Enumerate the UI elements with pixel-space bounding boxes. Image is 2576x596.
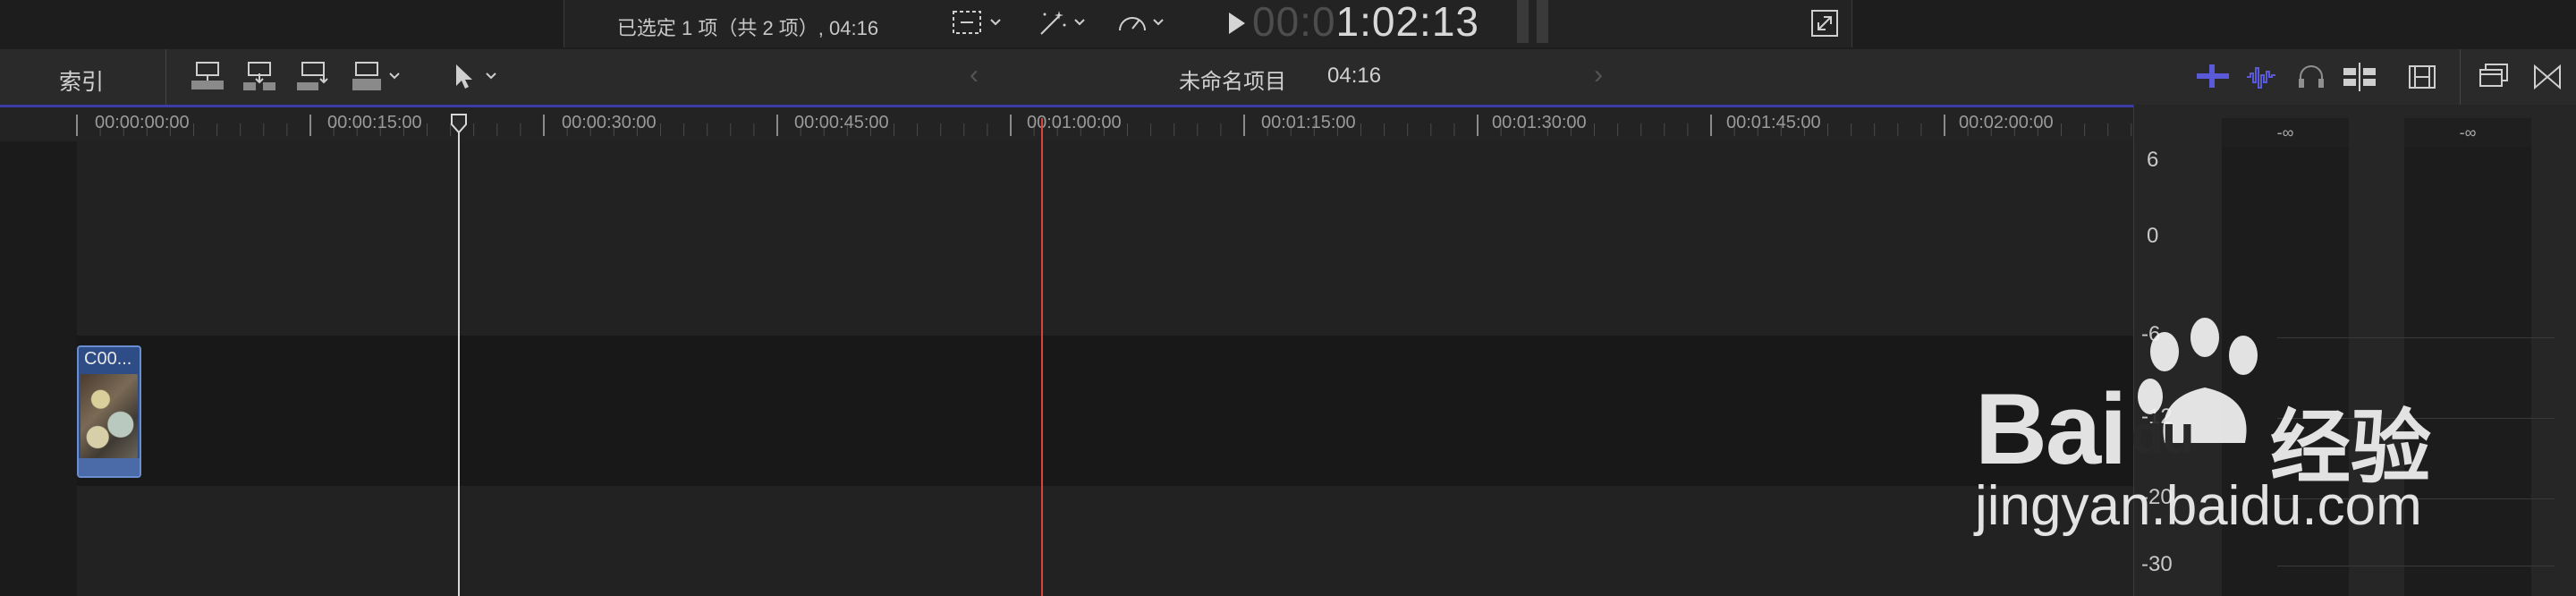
audio-skimming-icon xyxy=(2197,64,2229,88)
tool-select-button[interactable] xyxy=(451,61,501,98)
arrow-cursor-icon xyxy=(456,64,496,89)
filmstrip-icon xyxy=(2409,65,2436,89)
ruler-label: 00:00:45:00 xyxy=(794,113,889,132)
fullscreen-icon xyxy=(1811,10,1838,37)
next-project-arrow[interactable]: › xyxy=(1594,60,1603,90)
viewer-top-bar: 已选定 1 项（共 2 项）, 04:16 00:01:02:13 xyxy=(0,0,2576,50)
view-options-button[interactable] xyxy=(952,7,1005,44)
index-tab[interactable]: 索引 xyxy=(0,49,166,105)
timeline-left-gutter xyxy=(0,107,77,596)
stacked-windows-icon xyxy=(2479,64,2508,87)
retime-button[interactable] xyxy=(1114,7,1170,44)
pause-bar-left xyxy=(1517,0,1529,43)
playhead-handle[interactable] xyxy=(451,114,467,133)
magic-wand-icon xyxy=(1040,11,1085,35)
timecode-value: 1:02:13 xyxy=(1335,0,1480,45)
ruler-label: 00:02:00:00 xyxy=(1959,113,2054,132)
meter-left-peak: -∞ xyxy=(2222,118,2349,147)
clip-audio-strip xyxy=(79,458,140,476)
timecode-leading: 00:0 xyxy=(1252,0,1336,45)
ruler-label: 00:01:30:00 xyxy=(1492,113,1587,132)
waveform-icon xyxy=(2247,67,2275,89)
pause-bar-right xyxy=(1537,0,1548,43)
project-duration: 04:16 xyxy=(1327,64,1382,88)
headphones-icon xyxy=(2299,65,2324,88)
meter-right-peak: -∞ xyxy=(2404,118,2531,147)
solo-button[interactable] xyxy=(2295,61,2327,98)
ruler-label: 00:00:15:00 xyxy=(327,113,422,132)
snapping-icon xyxy=(2343,63,2376,91)
watermark-url: jingyan.baidu.com xyxy=(1975,475,2422,537)
primary-storyline[interactable] xyxy=(77,336,2133,486)
clip-appearance-button[interactable] xyxy=(2406,61,2438,98)
timeline-clip[interactable]: C00... xyxy=(77,345,141,478)
timeline-index-button[interactable] xyxy=(2478,61,2510,98)
insert-clip-icon xyxy=(243,62,275,90)
speedometer-icon xyxy=(1119,17,1164,31)
bowtie-icon xyxy=(2534,64,2561,90)
timeline-toolbar: 索引 ‹ 未命名项目 04:16 › xyxy=(0,49,2576,106)
view-options-icon xyxy=(953,11,1001,34)
connect-clip-button[interactable] xyxy=(190,61,225,98)
audio-skimming-button[interactable] xyxy=(2195,61,2231,98)
selection-info: 已选定 1 项（共 2 项）, 04:16 xyxy=(616,17,879,39)
project-name: 未命名项目 xyxy=(1179,70,1286,94)
insert-clip-button[interactable] xyxy=(242,61,277,98)
meter-scale-label: 0 xyxy=(2147,224,2159,248)
fullscreen-button[interactable] xyxy=(1810,9,1839,42)
meter-scale-label: -30 xyxy=(2141,552,2173,576)
transitions-browser-button[interactable] xyxy=(2531,61,2563,98)
playhead-line[interactable] xyxy=(458,118,460,596)
watermark-brand: Bai du xyxy=(1975,373,2195,485)
ruler-label: 00:01:45:00 xyxy=(1726,113,1821,132)
meter-scale-label: 6 xyxy=(2147,148,2159,172)
toolbar-divider xyxy=(2460,49,2461,105)
audio-waveform-button[interactable] xyxy=(2245,61,2281,98)
skimmer-line xyxy=(1041,118,1043,596)
ruler-label: 00:01:15:00 xyxy=(1261,113,1356,132)
enhance-button[interactable] xyxy=(1036,7,1091,44)
selection-info-panel: 已选定 1 项（共 2 项）, 04:16 xyxy=(564,0,932,47)
viewer-controls: 00:01:02:13 xyxy=(930,0,1852,47)
append-clip-button[interactable] xyxy=(295,61,331,98)
index-label: 索引 xyxy=(59,70,105,95)
play-icon xyxy=(1229,13,1245,34)
connect-clip-icon xyxy=(191,62,224,89)
snapping-button[interactable] xyxy=(2342,61,2377,98)
previous-project-arrow[interactable]: ‹ xyxy=(970,60,979,90)
timecode-display[interactable]: 00:01:02:13 xyxy=(1252,0,1479,46)
overwrite-clip-button[interactable] xyxy=(351,61,404,98)
clip-thumbnail xyxy=(80,374,138,458)
timeline-ruler[interactable]: 00:00:00:00 00:00:15:00 00:00:30:00 00:0… xyxy=(0,107,2133,141)
ruler-label: 00:00:30:00 xyxy=(562,113,657,132)
overwrite-clip-icon xyxy=(352,62,400,90)
play-button[interactable] xyxy=(1225,11,1247,40)
clip-name: C00... xyxy=(84,349,132,369)
append-clip-icon xyxy=(297,62,328,90)
baidu-jingyan-watermark: Bai du 经验 jingyan.baidu.com xyxy=(1975,318,2547,550)
ruler-label: 00:00:00:00 xyxy=(95,113,190,132)
